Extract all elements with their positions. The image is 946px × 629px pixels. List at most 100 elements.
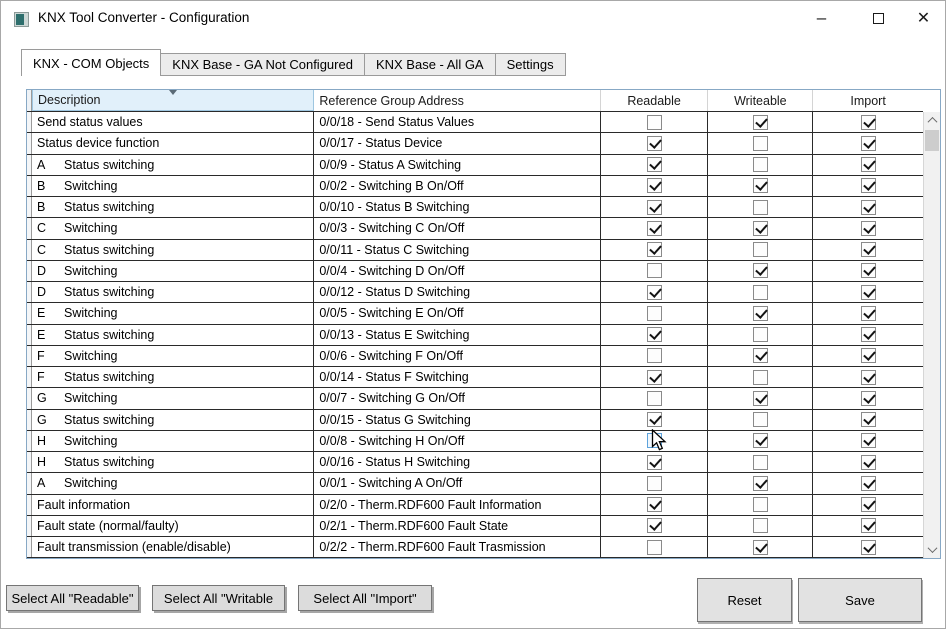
- writeable-checkbox[interactable]: [753, 518, 768, 533]
- select-all-import-button[interactable]: Select All "Import": [298, 585, 432, 611]
- close-button[interactable]: ✕: [901, 1, 946, 35]
- writeable-checkbox[interactable]: [753, 476, 768, 491]
- readable-checkbox[interactable]: [647, 391, 662, 406]
- scroll-up-button[interactable]: [924, 112, 940, 129]
- readable-checkbox[interactable]: [647, 518, 662, 533]
- column-header-writeable[interactable]: Writeable: [708, 90, 813, 111]
- readable-checkbox[interactable]: [647, 200, 662, 215]
- column-header-reference-group-address[interactable]: Reference Group Address: [314, 90, 600, 111]
- import-checkbox[interactable]: [861, 370, 876, 385]
- import-checkbox[interactable]: [861, 412, 876, 427]
- table-row[interactable]: Fault information 0/2/0 - Therm.RDF600 F…: [27, 495, 923, 516]
- readable-checkbox[interactable]: [647, 157, 662, 172]
- table-row[interactable]: H Switching 0/0/8 - Switching H On/Off: [27, 431, 923, 452]
- import-checkbox[interactable]: [861, 285, 876, 300]
- readable-checkbox[interactable]: [647, 540, 662, 555]
- writeable-checkbox[interactable]: [753, 455, 768, 470]
- reset-button[interactable]: Reset: [697, 578, 792, 622]
- import-checkbox[interactable]: [861, 306, 876, 321]
- import-checkbox[interactable]: [861, 540, 876, 555]
- import-checkbox[interactable]: [861, 497, 876, 512]
- import-checkbox[interactable]: [861, 348, 876, 363]
- writeable-checkbox[interactable]: [753, 327, 768, 342]
- readable-checkbox[interactable]: [647, 178, 662, 193]
- table-row[interactable]: A Status switching 0/0/9 - Status A Swit…: [27, 155, 923, 176]
- table-row[interactable]: D Switching 0/0/4 - Switching D On/Off: [27, 261, 923, 282]
- readable-checkbox[interactable]: [647, 115, 662, 130]
- readable-checkbox[interactable]: [647, 497, 662, 512]
- table-row[interactable]: C Status switching 0/0/11 - Status C Swi…: [27, 240, 923, 261]
- table-row[interactable]: Fault state (normal/faulty) 0/2/1 - Ther…: [27, 516, 923, 537]
- column-header-readable[interactable]: Readable: [601, 90, 709, 111]
- readable-checkbox[interactable]: [647, 412, 662, 427]
- readable-checkbox[interactable]: [647, 221, 662, 236]
- readable-checkbox[interactable]: [647, 263, 662, 278]
- writeable-checkbox[interactable]: [753, 136, 768, 151]
- table-row[interactable]: Fault transmission (enable/disable) 0/2/…: [27, 537, 923, 558]
- writeable-checkbox[interactable]: [753, 348, 768, 363]
- writeable-checkbox[interactable]: [753, 306, 768, 321]
- readable-checkbox[interactable]: [647, 433, 662, 448]
- writeable-checkbox[interactable]: [753, 115, 768, 130]
- tab-knx-com-objects[interactable]: KNX - COM Objects: [21, 49, 161, 76]
- table-row[interactable]: G Switching 0/0/7 - Switching G On/Off: [27, 388, 923, 409]
- writeable-checkbox[interactable]: [753, 433, 768, 448]
- import-checkbox[interactable]: [861, 391, 876, 406]
- writeable-checkbox[interactable]: [753, 370, 768, 385]
- select-all-readable-button[interactable]: Select All "Readable": [6, 585, 139, 611]
- vertical-scrollbar[interactable]: [923, 112, 940, 558]
- writeable-checkbox[interactable]: [753, 178, 768, 193]
- table-row[interactable]: E Switching 0/0/5 - Switching E On/Off: [27, 303, 923, 324]
- select-all-writable-button[interactable]: Select All "Writable: [152, 585, 285, 611]
- readable-checkbox[interactable]: [647, 455, 662, 470]
- column-header-description[interactable]: Description: [32, 90, 314, 111]
- import-checkbox[interactable]: [861, 221, 876, 236]
- readable-checkbox[interactable]: [647, 327, 662, 342]
- tab-knx-base-ga-not-configured[interactable]: KNX Base - GA Not Configured: [161, 53, 365, 76]
- table-row[interactable]: F Status switching 0/0/14 - Status F Swi…: [27, 367, 923, 388]
- table-row[interactable]: H Status switching 0/0/16 - Status H Swi…: [27, 452, 923, 473]
- writeable-checkbox[interactable]: [753, 200, 768, 215]
- writeable-checkbox[interactable]: [753, 221, 768, 236]
- tab-settings[interactable]: Settings: [496, 53, 566, 76]
- import-checkbox[interactable]: [861, 327, 876, 342]
- readable-checkbox[interactable]: [647, 306, 662, 321]
- column-header-import[interactable]: Import: [813, 90, 923, 111]
- import-checkbox[interactable]: [861, 433, 876, 448]
- import-checkbox[interactable]: [861, 455, 876, 470]
- readable-checkbox[interactable]: [647, 285, 662, 300]
- writeable-checkbox[interactable]: [753, 391, 768, 406]
- readable-checkbox[interactable]: [647, 370, 662, 385]
- readable-checkbox[interactable]: [647, 476, 662, 491]
- writeable-checkbox[interactable]: [753, 263, 768, 278]
- readable-checkbox[interactable]: [647, 348, 662, 363]
- minimize-button[interactable]: –: [799, 1, 844, 35]
- scrollbar-thumb[interactable]: [925, 130, 939, 151]
- table-row[interactable]: F Switching 0/0/6 - Switching F On/Off: [27, 346, 923, 367]
- save-button[interactable]: Save: [798, 578, 922, 622]
- import-checkbox[interactable]: [861, 518, 876, 533]
- table-row[interactable]: C Switching 0/0/3 - Switching C On/Off: [27, 218, 923, 239]
- table-row[interactable]: Status device function 0/0/17 - Status D…: [27, 133, 923, 154]
- table-row[interactable]: E Status switching 0/0/13 - Status E Swi…: [27, 325, 923, 346]
- table-row[interactable]: B Status switching 0/0/10 - Status B Swi…: [27, 197, 923, 218]
- import-checkbox[interactable]: [861, 157, 876, 172]
- writeable-checkbox[interactable]: [753, 157, 768, 172]
- writeable-checkbox[interactable]: [753, 497, 768, 512]
- table-row[interactable]: A Switching 0/0/1 - Switching A On/Off: [27, 473, 923, 494]
- maximize-button[interactable]: [856, 1, 901, 35]
- scroll-down-button[interactable]: [924, 541, 940, 558]
- writeable-checkbox[interactable]: [753, 412, 768, 427]
- import-checkbox[interactable]: [861, 263, 876, 278]
- table-row[interactable]: G Status switching 0/0/15 - Status G Swi…: [27, 410, 923, 431]
- import-checkbox[interactable]: [861, 178, 876, 193]
- writeable-checkbox[interactable]: [753, 540, 768, 555]
- import-checkbox[interactable]: [861, 242, 876, 257]
- import-checkbox[interactable]: [861, 115, 876, 130]
- readable-checkbox[interactable]: [647, 136, 662, 151]
- import-checkbox[interactable]: [861, 136, 876, 151]
- import-checkbox[interactable]: [861, 200, 876, 215]
- writeable-checkbox[interactable]: [753, 285, 768, 300]
- tab-knx-base-all-ga[interactable]: KNX Base - All GA: [365, 53, 496, 76]
- writeable-checkbox[interactable]: [753, 242, 768, 257]
